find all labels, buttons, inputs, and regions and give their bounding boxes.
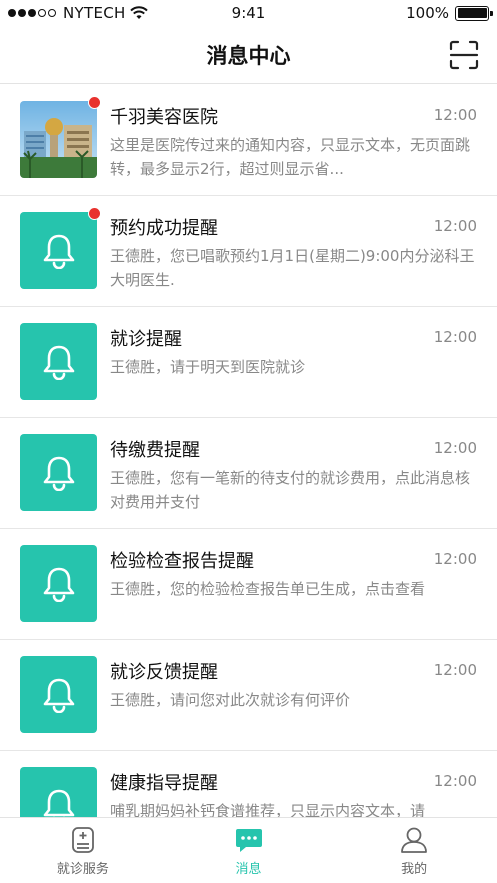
message-item[interactable]: 预约成功提醒 12:00 王德胜，您已唱歌预约1月1日(星期二)9:00内分泌科… <box>0 196 497 307</box>
unread-badge <box>88 96 101 109</box>
tab-label: 我的 <box>401 862 428 877</box>
bell-icon <box>43 567 74 602</box>
message-item[interactable]: 健康指导提醒 12:00 哺乳期妈妈补钙食谱推荐，只显示内容文本，请 <box>0 751 497 817</box>
tab-bar: 就诊服务 消息 我的 <box>0 817 497 883</box>
message-title: 待缴费提醒 <box>110 440 200 461</box>
bell-icon <box>43 789 74 817</box>
message-time: 12:00 <box>433 661 477 679</box>
message-item[interactable]: 检验检查报告提醒 12:00 王德胜，您的检验检查报告单已生成，点击查看 <box>0 529 497 640</box>
message-time: 12:00 <box>433 217 477 235</box>
scan-button[interactable] <box>449 40 479 70</box>
message-title: 就诊提醒 <box>110 329 182 350</box>
user-icon <box>401 827 428 853</box>
message-time: 12:00 <box>433 328 477 346</box>
scan-icon <box>449 40 479 70</box>
message-title: 健康指导提醒 <box>110 773 218 794</box>
message-content: 哺乳期妈妈补钙食谱推荐，只显示内容文本，请 <box>110 802 426 817</box>
message-thumb <box>20 212 97 289</box>
bell-icon <box>43 456 74 491</box>
status-bar: NYTECH 9:41 100% <box>0 0 497 26</box>
message-title: 预约成功提醒 <box>110 218 218 239</box>
message-content: 王德胜，您已唱歌预约1月1日(星期二)9:00内分泌科王大明医生. <box>110 247 475 289</box>
message-time: 12:00 <box>433 439 477 457</box>
message-content: 王德胜，请于明天到医院就诊 <box>110 358 306 376</box>
battery-icon <box>455 5 493 21</box>
message-item[interactable]: 就诊反馈提醒 12:00 王德胜，请问您对此次就诊有何评价 <box>0 640 497 751</box>
message-item[interactable]: 待缴费提醒 12:00 王德胜，您有一笔新的待支付的就诊费用，点此消息核对费用并… <box>0 418 497 529</box>
bell-icon <box>43 678 74 713</box>
tab-label: 消息 <box>235 862 262 877</box>
bell-icon <box>43 234 74 269</box>
nav-bar: 消息中心 <box>0 26 497 84</box>
page-title: 消息中心 <box>206 44 291 68</box>
tab-messages[interactable]: 消息 <box>166 818 332 883</box>
tab-profile[interactable]: 我的 <box>331 818 497 883</box>
medical-service-icon <box>71 827 94 853</box>
message-thumb <box>20 323 97 400</box>
message-title: 就诊反馈提醒 <box>110 662 218 683</box>
message-time: 12:00 <box>433 772 477 790</box>
tab-medical-service[interactable]: 就诊服务 <box>0 818 166 883</box>
message-time: 12:00 <box>433 106 477 124</box>
message-thumb <box>20 545 97 622</box>
message-item[interactable]: 千羽美容医院 12:00 这里是医院传过来的通知内容，只显示文本，无页面跳转，最… <box>0 85 497 196</box>
message-thumb <box>20 434 97 511</box>
message-content: 这里是医院传过来的通知内容，只显示文本，无页面跳转，最多显示2行，超过则显示省.… <box>110 136 471 178</box>
chat-bubble-icon <box>235 829 262 852</box>
message-title: 千羽美容医院 <box>110 107 218 128</box>
unread-badge <box>88 207 101 220</box>
hospital-photo <box>20 101 97 178</box>
message-list[interactable]: 千羽美容医院 12:00 这里是医院传过来的通知内容，只显示文本，无页面跳转，最… <box>0 85 497 817</box>
message-content: 王德胜，请问您对此次就诊有何评价 <box>110 691 351 709</box>
status-right: 100% <box>406 4 493 22</box>
message-title: 检验检查报告提醒 <box>110 551 254 572</box>
message-content: 王德胜，您的检验检查报告单已生成，点击查看 <box>110 580 426 598</box>
message-content: 王德胜，您有一笔新的待支付的就诊费用，点此消息核对费用并支付 <box>110 469 471 511</box>
bell-icon <box>43 345 74 380</box>
message-time: 12:00 <box>433 550 477 568</box>
message-thumb <box>20 656 97 733</box>
message-thumb <box>20 767 97 817</box>
message-item[interactable]: 就诊提醒 12:00 王德胜，请于明天到医院就诊 <box>0 307 497 418</box>
battery-percent: 100% <box>406 4 449 22</box>
tab-label: 就诊服务 <box>56 862 109 877</box>
